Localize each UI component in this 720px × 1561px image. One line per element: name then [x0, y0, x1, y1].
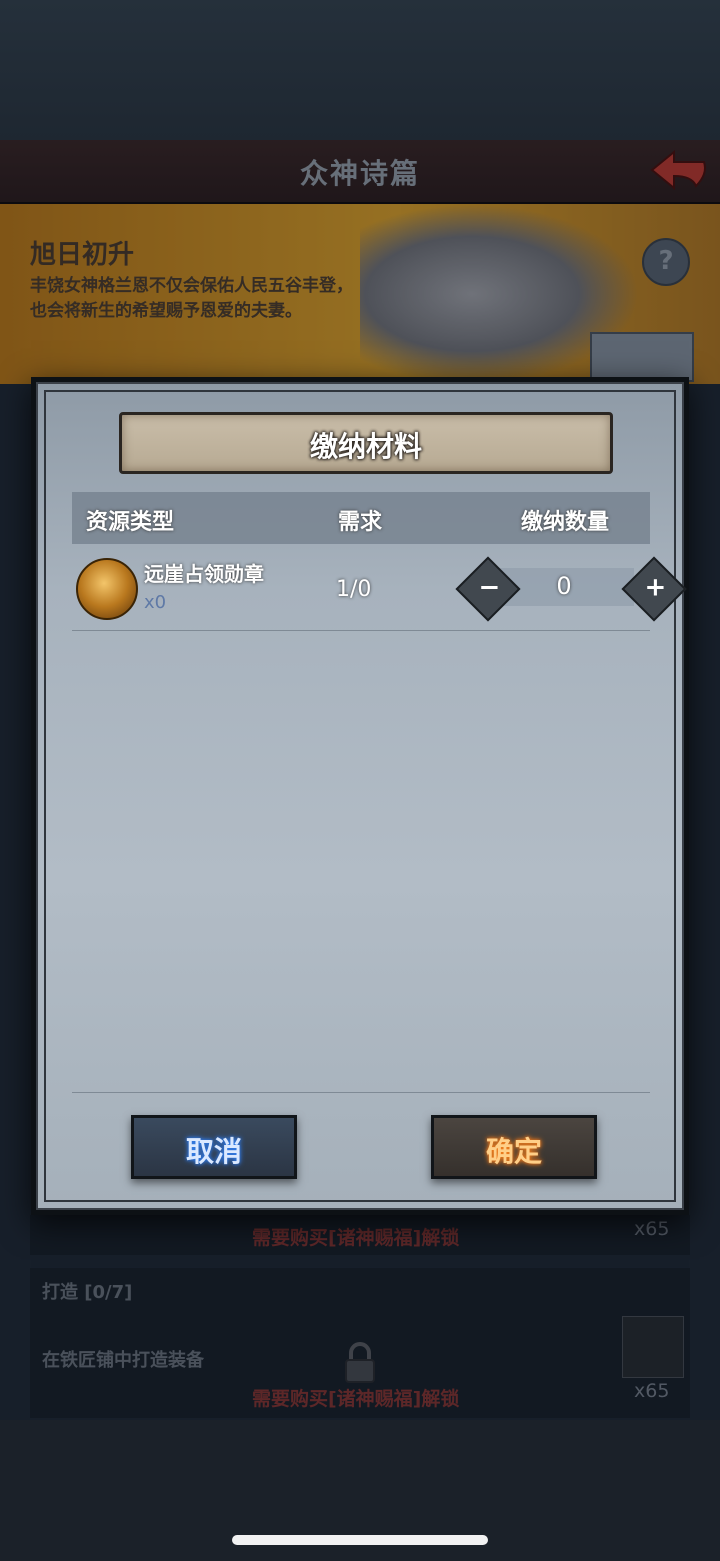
- footer-divider: [72, 1092, 650, 1093]
- column-header-requirement: 需求: [338, 510, 383, 535]
- dialog-title-scroll: 缴纳材料: [119, 412, 613, 474]
- row-divider: [72, 630, 650, 631]
- minus-icon: −: [478, 572, 501, 603]
- plus-icon: +: [644, 572, 667, 603]
- dialog-title: 缴纳材料: [309, 430, 422, 463]
- knight-helmet-medal-icon: [76, 558, 138, 620]
- table-header: 资源类型 需求 缴纳数量: [72, 492, 650, 544]
- column-header-resource-type: 资源类型: [86, 510, 175, 535]
- item-owned-count: x0: [144, 592, 167, 613]
- item-requirement: 1/0: [336, 577, 372, 602]
- cancel-label: 取消: [185, 1135, 242, 1168]
- confirm-button[interactable]: 确定: [431, 1115, 597, 1179]
- confirm-label: 确定: [485, 1135, 542, 1168]
- submit-materials-dialog: 缴纳材料 资源类型 需求 缴纳数量 远崖占领勋章 x0 1/0 0 − + 取消…: [31, 377, 689, 1215]
- item-name: 远崖占领勋章: [144, 562, 264, 586]
- cancel-button[interactable]: 取消: [131, 1115, 297, 1179]
- background-top: [0, 0, 720, 140]
- column-header-submit-quantity: 缴纳数量: [521, 510, 610, 535]
- home-indicator[interactable]: [232, 1535, 488, 1545]
